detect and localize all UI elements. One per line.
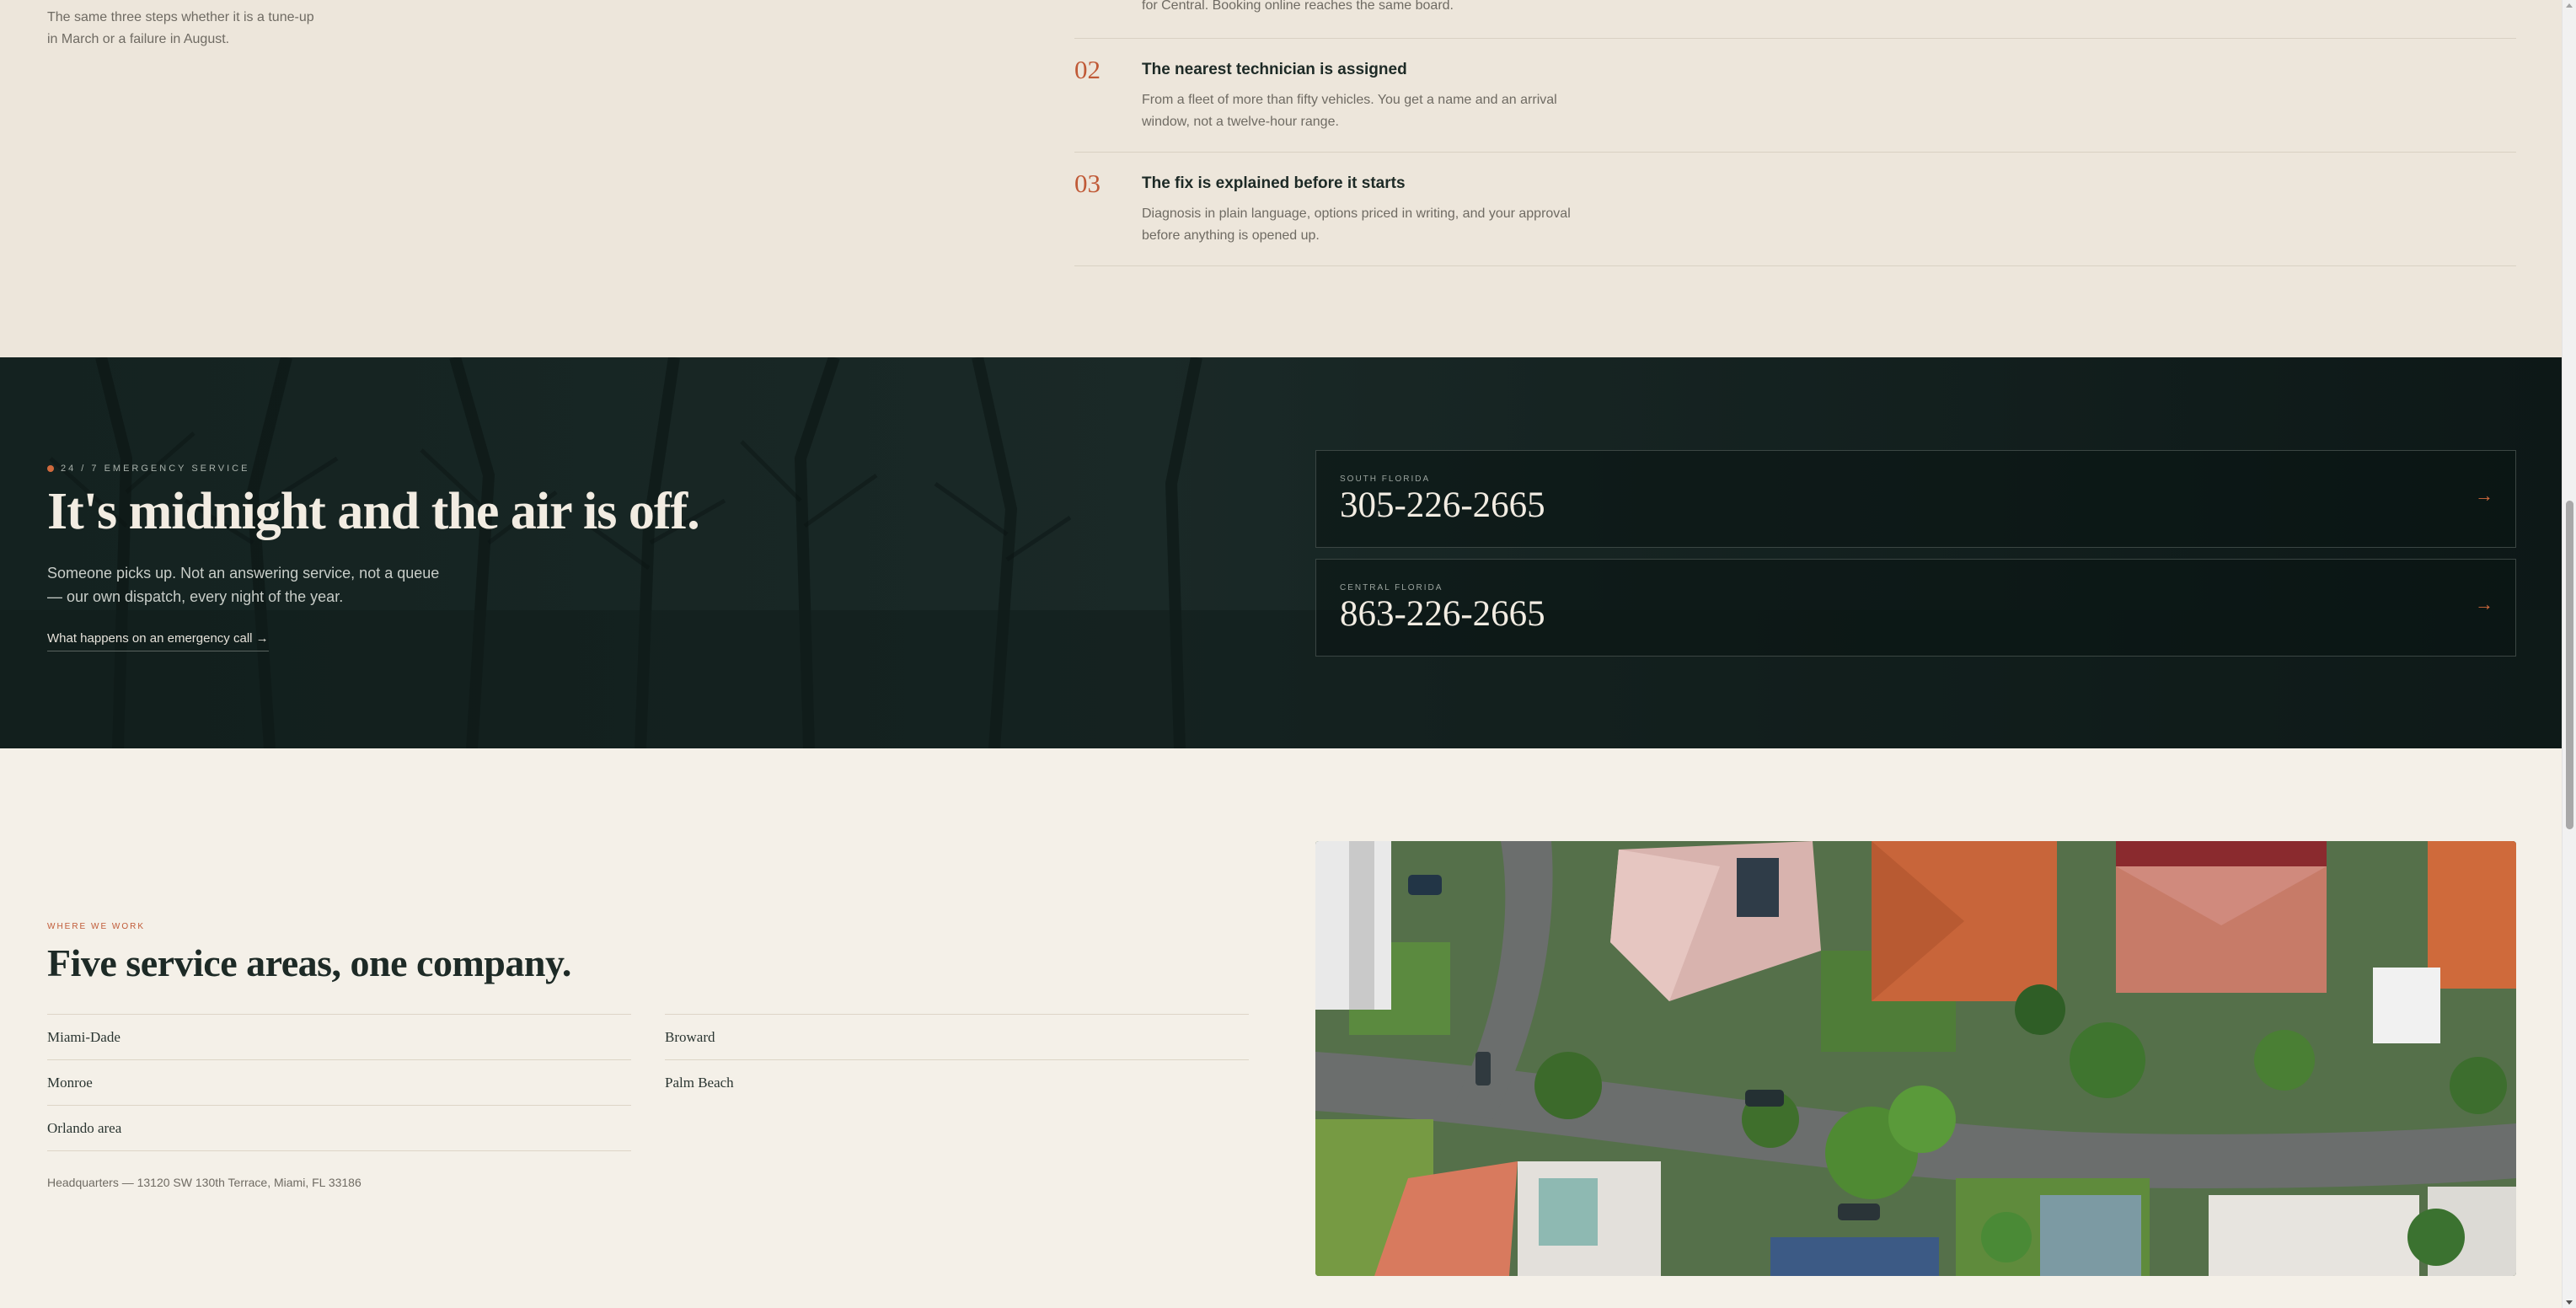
area-item-orlando: Orlando area (47, 1106, 631, 1151)
phone-number[interactable]: 863-226-2665 (1340, 593, 1545, 635)
areas-kicker: WHERE WE WORK (47, 922, 145, 931)
area-item-palm-beach: Palm Beach (665, 1075, 734, 1091)
scroll-thumb[interactable] (2566, 501, 2573, 829)
step-description: From a fleet of more than fifty vehicles… (1142, 93, 1557, 129)
step-title: The nearest technician is assigned (1142, 61, 1407, 78)
area-item-broward: Broward (665, 1015, 1249, 1060)
headquarters-address: Headquarters — 13120 SW 130th Terrace, M… (47, 1176, 361, 1189)
arrow-right-icon: → (2475, 593, 2493, 614)
area-list-left: Miami-Dade Monroe Orlando area (47, 1014, 631, 1151)
emergency-title: It's midnight and the air is off. (47, 483, 700, 540)
phone-card-central-florida[interactable]: CENTRAL FLORIDA 863-226-2665 → (1315, 559, 2516, 657)
page-scrollbar[interactable] (2562, 0, 2576, 1308)
phone-card-south-florida[interactable]: SOUTH FLORIDA 305-226-2665 → (1315, 450, 2516, 548)
areas-title: Five service areas, one company. (47, 941, 571, 984)
step-item-03: 03 The fix is explained before it starts… (1074, 153, 2516, 266)
status-dot-icon (47, 465, 54, 473)
process-steps-section: The same three steps whether it is a tun… (0, 0, 2562, 357)
emergency-call-link[interactable]: What happens on an emergency call → (47, 631, 269, 651)
phone-number[interactable]: 305-226-2665 (1340, 485, 1545, 526)
aerial-neighborhood-image (1315, 841, 2516, 1276)
step-item-02: 02 The nearest technician is assigned Fr… (1074, 39, 2516, 153)
phone-region-label: SOUTH FLORIDA (1340, 474, 1431, 484)
service-areas-section: WHERE WE WORK Five service areas, one co… (0, 748, 2562, 1308)
step-number: 03 (1074, 169, 1101, 198)
arrow-right-icon: → (2475, 485, 2493, 506)
scroll-up-arrow-icon[interactable] (2566, 3, 2573, 8)
emergency-service-section: 24 / 7 EMERGENCY SERVICE It's midnight a… (0, 357, 2562, 748)
emergency-description: Someone picks up. Not an answering servi… (47, 565, 440, 605)
area-list-right: Broward Palm Beach (665, 1014, 1249, 1106)
step-title: The fix is explained before it starts (1142, 174, 1406, 192)
forest-background-image (0, 357, 2562, 748)
emergency-kicker: 24 / 7 EMERGENCY SERVICE (47, 464, 249, 474)
scroll-down-arrow-icon[interactable] (2566, 1300, 2573, 1305)
steps-intro-text: The same three steps whether it is a tun… (47, 10, 314, 46)
phone-region-label: CENTRAL FLORIDA (1340, 583, 1443, 592)
area-item-monroe: Monroe (47, 1060, 631, 1106)
step-number: 02 (1074, 55, 1101, 84)
step-description: Diagnosis in plain language, options pri… (1142, 206, 1571, 243)
step-01-description-partial: for Central. Booking online reaches the … (1142, 0, 1454, 13)
area-item-miami-dade: Miami-Dade (47, 1015, 631, 1060)
